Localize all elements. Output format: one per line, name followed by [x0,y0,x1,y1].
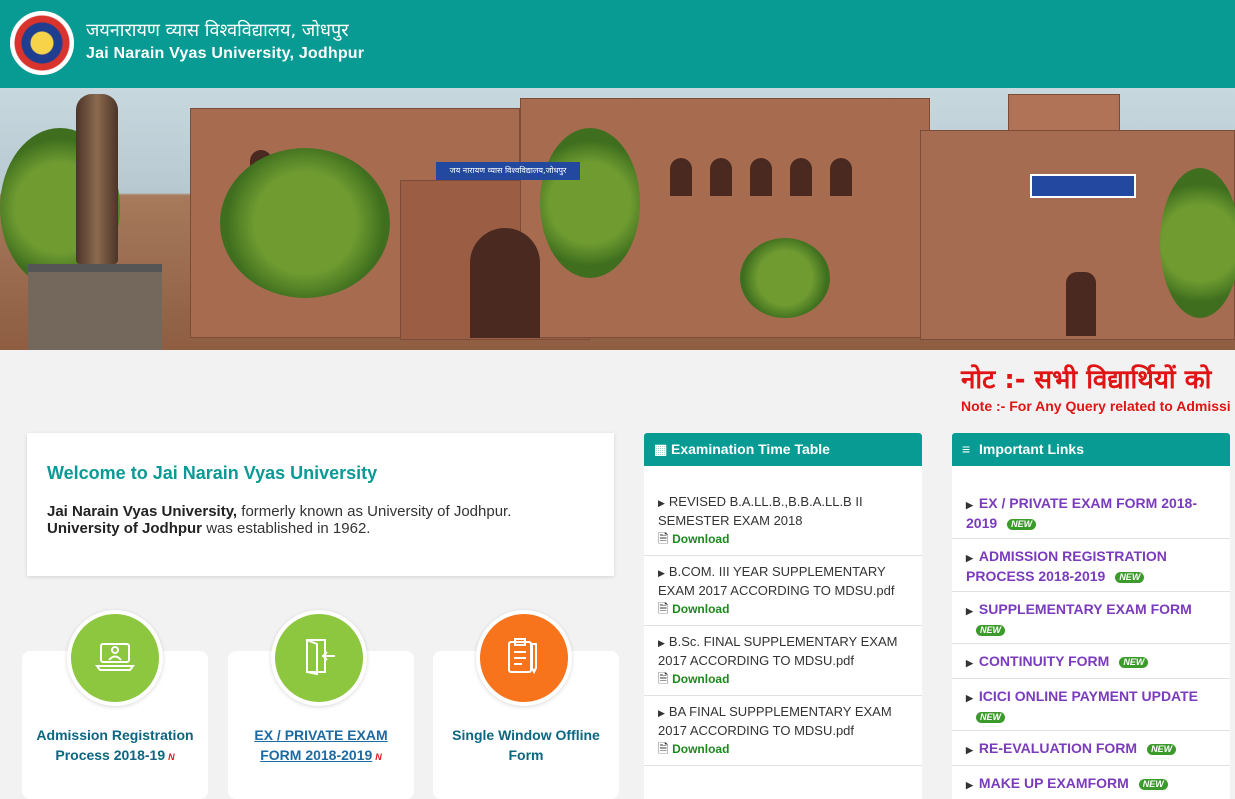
caret-right-icon: ▶ [966,780,973,790]
download-link[interactable]: Download [672,602,729,616]
exam-timetable-panel: ▦ Examination Time Table ▶ REVISED B.A.LL.… [644,433,922,799]
caret-right-icon: ▶ [658,498,665,508]
welcome-text: Jai Narain Vyas University, formerly kno… [47,503,512,537]
link-icici-payment[interactable]: ▶ ICICI ONLINE PAYMENT UPDATE NEW [966,687,1218,725]
calendar-icon: ▦ [654,441,668,457]
laptop-user-icon [95,643,135,671]
list-icon: ≡ [962,441,971,457]
download-link[interactable]: Download [672,672,729,686]
link-admission-registration[interactable]: ▶ ADMISSION REGISTRATION PROCESS 2018-2019… [966,547,1218,585]
site-header: जयनारायण व्यास विश्वविद्यालय, जोधपुर Jai… [0,0,1235,88]
new-badge: NEW [1147,743,1177,755]
new-badge: NEW [976,711,1005,723]
new-badge-icon: N [168,752,175,762]
welcome-heading: Welcome to Jai Narain Vyas University [47,463,378,483]
banner-sign-faculty [1030,174,1136,198]
notice-marquee: नोट :- सभी विद्यार्थियों को Note :- For … [955,355,1235,423]
notice-english: Note :- For Any Query related to Admissi [961,398,1231,414]
site-title-hindi: जयनारायण व्यास विश्वविद्यालय, जोधपुर [86,20,349,41]
clipboard-pen-icon [508,638,537,675]
card-single-window-circle[interactable] [476,610,572,706]
download-link[interactable]: Download [672,532,729,546]
pdf-icon: 🗎 [658,741,669,756]
caret-right-icon: ▶ [658,638,665,648]
site-title-english: Jai Narain Vyas University, Jodhpur [86,45,365,62]
download-link[interactable]: Download [672,742,729,756]
caret-right-icon: ▶ [966,500,973,510]
new-badge: NEW [1119,656,1149,668]
card-admission-label[interactable]: Admission Registration Process 2018-19 N [22,725,208,767]
pdf-icon: 🗎 [658,531,669,546]
link-make-up-exam[interactable]: ▶ MAKE UP EXAMFORM NEW [966,774,1218,794]
pdf-icon: 🗎 [658,601,669,616]
caret-right-icon: ▶ [658,568,665,578]
campus-banner-image: जय नारायण व्यास विश्वविद्यालय,जोधपुर [0,88,1235,350]
new-badge: NEW [1115,571,1145,583]
new-badge: NEW [1138,778,1168,790]
link-supplementary-exam[interactable]: ▶ SUPPLEMENTARY EXAM FORM NEW [966,600,1218,638]
new-badge-icon: N [375,752,382,762]
card-exam-circle[interactable] [271,610,367,706]
link-re-evaluation[interactable]: ▶ RE-EVALUATION FORM NEW [966,739,1218,759]
caret-right-icon: ▶ [966,553,973,563]
new-badge: NEW [976,624,1005,636]
link-ex-private-exam[interactable]: ▶ EX / PRIVATE EXAM FORM 2018- 2019 NEW [966,494,1218,532]
banner-sign: जय नारायण व्यास विश्वविद्यालय,जोधपुर [436,162,580,180]
caret-right-icon: ▶ [966,606,973,616]
welcome-box: Welcome to Jai Narain Vyas University Ja… [27,433,614,576]
timetable-item[interactable]: ▶ B.Sc. FINAL SUPPLEMENTARY EXAM 2017 ACCO… [658,633,910,688]
university-logo[interactable] [10,11,74,75]
card-admission-circle[interactable] [67,610,163,706]
notice-hindi: नोट :- सभी विद्यार्थियों को [961,365,1212,395]
door-enter-icon [306,639,335,676]
exam-timetable-header: ▦ Examination Time Table [644,433,922,466]
new-badge: NEW [1007,518,1037,530]
card-single-window-label[interactable]: Single Window Offline Form [433,725,619,765]
caret-right-icon: ▶ [966,693,973,703]
timetable-item[interactable]: ▶ REVISED B.A.LL.B.,B.B.A.LL.B II SEMESTER… [658,493,910,548]
important-links-panel: ≡ Important Links ▶ EX / PRIVATE EXAM FORM… [952,433,1230,799]
card-exam-label[interactable]: EX / PRIVATE EXAM FORM 2018-2019 N [228,725,414,767]
link-continuity-form[interactable]: ▶ CONTINUITY FORM NEW [966,652,1218,672]
caret-right-icon: ▶ [658,708,665,718]
pdf-icon: 🗎 [658,671,669,686]
caret-right-icon: ▶ [966,745,973,755]
important-links-header: ≡ Important Links [952,433,1230,466]
caret-right-icon: ▶ [966,658,973,668]
timetable-item[interactable]: ▶ B.COM. III YEAR SUPPLEMENTARY EXAM 2017 … [658,563,910,618]
timetable-item[interactable]: ▶ BA FINAL SUPPPLEMENTARY EXAM 2017 ACCORD… [658,703,910,758]
